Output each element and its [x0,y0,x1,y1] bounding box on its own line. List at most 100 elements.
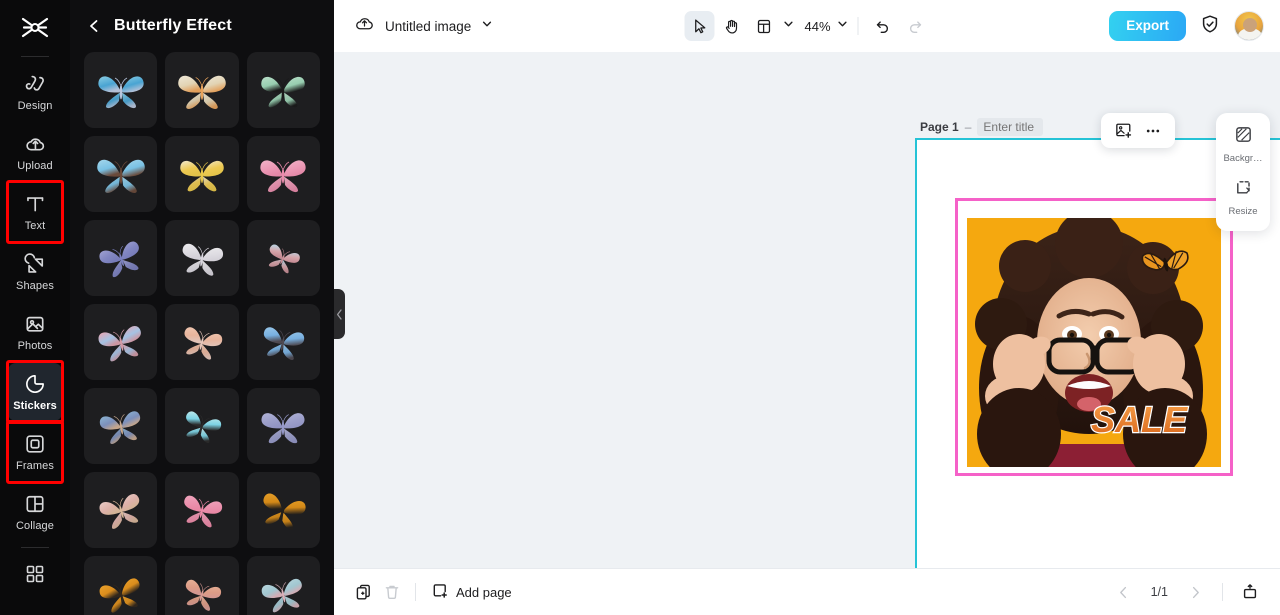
sticker-item[interactable] [84,388,158,464]
add-page-icon [431,582,449,603]
undo-button[interactable] [868,11,898,41]
panel-collapse-handle[interactable] [334,289,345,339]
sticker-item[interactable] [165,52,239,128]
zoom-chevron-down-icon[interactable] [837,17,849,35]
sticker-item[interactable] [165,472,239,548]
apps-grid-icon[interactable] [8,554,62,594]
rail-divider-bottom [21,547,49,548]
layout-chevron-down-icon[interactable] [782,17,794,35]
sale-text: SALE [1091,399,1188,440]
sidebar-item-shapes[interactable]: Shapes [8,243,62,301]
image-plus-icon[interactable] [1110,118,1136,144]
cyan-flying-butterfly [179,410,225,444]
woman-with-glasses-sale-photo[interactable]: SALE [967,218,1221,467]
present-icon[interactable] [1236,578,1264,606]
bottom-divider [415,583,416,601]
sidebar-item-stickers[interactable]: Stickers [6,360,64,424]
sticker-item[interactable] [84,304,158,380]
sidebar-item-collage[interactable]: Collage [8,483,62,541]
sticker-item[interactable] [165,388,239,464]
duplicate-page-icon[interactable] [350,578,378,606]
sticker-item[interactable] [165,556,239,615]
sticker-item[interactable] [246,472,320,548]
canvas-tools-group: 44% [684,11,929,41]
sidebar-item-frames[interactable]: Frames [6,420,64,484]
photos-icon [24,313,46,335]
document-chevron-down-icon[interactable] [481,17,493,35]
redo-button[interactable] [900,11,930,41]
blue-morpho-spread-butterfly [95,70,147,110]
stickers-icon [24,373,46,395]
blue-edged-morpho-butterfly [257,324,309,360]
sticker-item[interactable] [246,304,320,380]
page-title-input[interactable] [977,118,1044,136]
layout-tool-button[interactable] [748,11,778,41]
cream-owl-eye-butterfly [175,69,229,111]
sidebar-item-label: Shapes [16,279,54,292]
toolbar-divider [857,17,859,35]
pink-blue-gradient-butterfly [96,323,146,362]
sticker-item[interactable] [165,220,239,296]
select-tool-button[interactable] [684,11,715,41]
ellipsis-icon[interactable] [1140,118,1166,144]
page-label-dash: – [964,120,972,134]
page-number-label: Page 1 [920,120,959,134]
pink-soft-butterfly [177,493,227,528]
white-speckled-butterfly [176,240,228,276]
monarch-butterfly [258,491,308,530]
shield-check-icon[interactable] [1200,14,1220,39]
sidebar-item-design[interactable]: Design [8,63,62,121]
sticker-item[interactable] [84,556,158,615]
export-button[interactable]: Export [1109,11,1186,41]
peach-butterfly [176,325,228,360]
user-avatar[interactable] [1234,11,1264,41]
hand-tool-button[interactable] [716,11,746,41]
sticker-item[interactable] [84,136,158,212]
sticker-item[interactable] [246,388,320,464]
next-page-chevron-right-icon[interactable] [1181,578,1209,606]
panel-header: Butterfly Effect [70,0,334,52]
previous-page-chevron-left-icon[interactable] [1110,578,1138,606]
resize-label: Resize [1228,206,1258,217]
canvas-stage: Page 1 – Enter title SALE Backgr… Resize [334,52,1280,568]
zoom-level-value[interactable]: 44% [796,19,834,34]
add-page-button[interactable]: Add page [425,582,518,603]
document-name[interactable]: Untitled image [385,19,471,34]
bottom-right-divider [1222,583,1223,601]
panel-back-chevron-left-icon[interactable] [86,18,102,34]
blue-pink-small-butterfly [264,244,302,274]
left-icon-rail: Design Upload Text Shapes Photos Stickers Fram… [0,0,70,615]
capcut-logo-icon[interactable] [13,6,57,50]
sidebar-item-photos[interactable]: Photos [8,303,62,361]
sticker-item[interactable] [84,220,158,296]
cloud-save-icon[interactable] [354,13,375,39]
sidebar-item-label: Upload [17,159,53,172]
sticker-item[interactable] [84,52,158,128]
pale-blue-butterfly [258,576,308,613]
delete-page-trash-icon[interactable] [378,578,406,606]
sticker-item[interactable] [165,136,239,212]
sidebar-item-upload[interactable]: Upload [8,123,62,181]
main-area: Untitled image 44% Export Page 1 – Enter… [334,0,1280,615]
sticker-item[interactable] [246,136,320,212]
sticker-item[interactable] [246,220,320,296]
upload-icon [24,133,46,155]
resize-icon [1234,178,1253,202]
sidebar-item-label: Photos [17,339,53,352]
add-page-label: Add page [456,584,512,600]
sticker-item[interactable] [246,556,320,615]
sticker-item[interactable] [246,52,320,128]
page-label-group: Page 1 – [920,118,1044,136]
salmon-moth-butterfly [175,578,229,611]
purple-blue-butterfly [96,240,146,278]
background-icon [1234,125,1253,149]
orange-butterfly [96,576,146,613]
sidebar-item-text[interactable]: Text [6,180,64,244]
sticker-item[interactable] [84,472,158,548]
resize-button[interactable]: Resize [1219,175,1267,220]
design-icon [24,73,46,95]
sticker-item[interactable] [165,304,239,380]
panel-title: Butterfly Effect [114,17,232,34]
pink-cream-butterfly [95,492,147,529]
background-button[interactable]: Backgr… [1219,122,1267,167]
